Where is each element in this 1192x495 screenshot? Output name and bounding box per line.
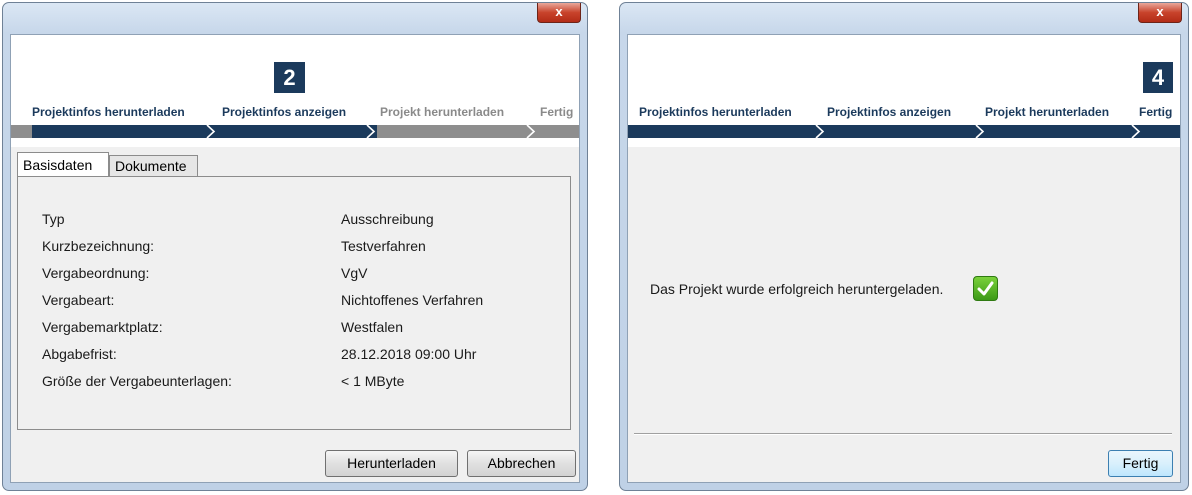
step-separator-chevron-icon	[815, 125, 825, 138]
step-separator-chevron-icon	[206, 125, 216, 138]
step-label-fertig: Fertig	[1139, 105, 1173, 119]
field-label: Typ	[42, 211, 65, 227]
field-value: Westfalen	[341, 319, 403, 335]
field-label: Abgabefrist:	[42, 346, 117, 362]
fertig-button[interactable]: Fertig	[1108, 450, 1173, 477]
field-value: Nichtoffenes Verfahren	[341, 292, 484, 308]
step-label-projektinfos-anzeigen: Projektinfos anzeigen	[827, 105, 952, 119]
step-number-badge: 4	[1143, 62, 1173, 93]
herunterladen-button[interactable]: Herunterladen	[325, 450, 458, 477]
step-number-badge: 2	[274, 62, 305, 93]
field-label: Kurzbezeichnung:	[42, 238, 155, 254]
tab-basisdaten[interactable]: Basisdaten	[17, 152, 109, 176]
step-label-projektinfos-anzeigen: Projektinfos anzeigen	[222, 105, 347, 119]
step-label-projekt-herunterladen: Projekt herunterladen	[380, 105, 505, 119]
field-row: Abgabefrist: 28.12.2018 09:00 Uhr	[42, 346, 570, 366]
step-separator-chevron-icon	[526, 125, 536, 138]
download-wizard-step4-window: x 4 Projektinfos herunterladen Projektin…	[619, 2, 1189, 491]
abbrechen-button[interactable]: Abbrechen	[467, 450, 576, 477]
field-value: Ausschreibung	[341, 211, 434, 227]
footer-separator	[634, 433, 1172, 435]
field-value: 28.12.2018 09:00 Uhr	[341, 346, 477, 362]
field-value: Testverfahren	[341, 238, 426, 254]
dialog-client-area: 2 Projektinfos herunterladen Projektinfo…	[10, 34, 580, 483]
step-label-projekt-herunterladen: Projekt herunterladen	[985, 105, 1110, 119]
wizard-progress-bar	[628, 125, 1180, 138]
field-row: Typ Ausschreibung	[42, 211, 570, 231]
wizard-header: 2 Projektinfos herunterladen Projektinfo…	[11, 35, 579, 147]
step-label-fertig: Fertig	[540, 105, 574, 119]
field-label: Vergabemarktplatz:	[42, 319, 163, 335]
step-label-projektinfos-herunterladen: Projektinfos herunterladen	[32, 105, 185, 119]
field-label: Vergabeart:	[42, 292, 115, 308]
close-button[interactable]: x	[1138, 3, 1182, 23]
success-check-icon	[973, 276, 998, 301]
download-wizard-step2-window: x 2 Projektinfos herunterladen Projektin…	[2, 2, 588, 491]
field-label: Größe der Vergabeunterlagen:	[42, 373, 232, 389]
field-value: VgV	[341, 265, 368, 281]
step-separator-chevron-icon	[1131, 125, 1141, 138]
field-row: Vergabeordnung: VgV	[42, 265, 570, 285]
step-label-projektinfos-herunterladen: Projektinfos herunterladen	[639, 105, 792, 119]
dialog-client-area: 4 Projektinfos herunterladen Projektinfo…	[627, 34, 1181, 483]
field-value: < 1 MByte	[341, 373, 405, 389]
step-separator-chevron-icon	[975, 125, 985, 138]
field-label: Vergabeordnung:	[42, 265, 150, 281]
field-row: Vergabeart: Nichtoffenes Verfahren	[42, 292, 570, 312]
close-button[interactable]: x	[537, 3, 581, 23]
basisdaten-panel: Typ Ausschreibung Kurzbezeichnung: Testver…	[17, 176, 571, 430]
tab-dokumente[interactable]: Dokumente	[109, 155, 198, 176]
wizard-progress-bar	[11, 125, 579, 138]
success-message: Das Projekt wurde erfolgreich herunterge…	[650, 281, 944, 297]
step-separator-chevron-icon	[366, 125, 376, 138]
wizard-header: 4 Projektinfos herunterladen Projektinfo…	[628, 35, 1180, 147]
field-row: Größe der Vergabeunterlagen: < 1 MByte	[42, 373, 570, 393]
field-row: Kurzbezeichnung: Testverfahren	[42, 238, 570, 258]
field-row: Vergabemarktplatz: Westfalen	[42, 319, 570, 339]
